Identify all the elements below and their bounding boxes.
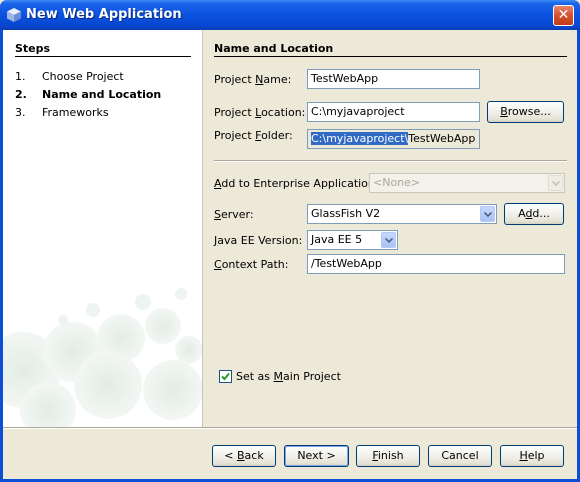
close-button[interactable]: ✕ <box>553 5 574 26</box>
step-frameworks: 3. Frameworks <box>15 106 109 119</box>
separator <box>214 160 567 162</box>
java-ee-version-label: Java EE Version: <box>214 234 303 247</box>
chevron-down-icon <box>480 206 495 222</box>
title-bar[interactable]: New Web Application ✕ <box>0 0 580 30</box>
java-ee-version-value: Java EE 5 <box>311 233 363 246</box>
next-button[interactable]: Next > <box>284 445 349 467</box>
cancel-button[interactable]: Cancel <box>428 445 492 467</box>
steps-panel: Steps 1. Choose Project 2. Name and Locati… <box>3 30 202 427</box>
name-and-location-panel: Name and Location Project Name: TestWebA… <box>202 30 577 427</box>
context-path-label: Context Path: <box>214 258 289 271</box>
section-divider <box>214 56 567 57</box>
finish-button[interactable]: Finish <box>356 445 420 467</box>
close-icon: ✕ <box>557 7 570 23</box>
checkmark-icon <box>221 372 230 381</box>
project-name-label: Project Name: <box>214 73 292 86</box>
step-number: 1. <box>15 70 26 83</box>
dialog-body: Steps 1. Choose Project 2. Name and Locati… <box>3 30 577 479</box>
server-select[interactable]: GlassFish V2 <box>307 204 497 224</box>
step-label: Frameworks <box>42 106 109 119</box>
folder-text: TestWebApp <box>408 132 476 145</box>
help-button[interactable]: Help <box>500 445 564 467</box>
decorative-bubbles <box>3 288 202 427</box>
dialog-window: New Web Application ✕ Steps 1. Choose Pro… <box>0 0 580 482</box>
project-location-label: Project Location: <box>214 106 306 119</box>
project-folder-label: Project Folder: <box>214 129 293 142</box>
enterprise-app-value: <None> <box>373 176 421 189</box>
step-number: 2. <box>15 88 27 101</box>
main-project-label[interactable]: Set as Main Project <box>236 370 341 383</box>
browse-button[interactable]: Browse... <box>487 101 564 123</box>
project-folder-field[interactable]: C:\myjavaproject\TestWebApp <box>307 129 480 149</box>
chevron-down-icon <box>381 232 396 248</box>
step-name-and-location: 2. Name and Location <box>15 88 161 101</box>
project-location-input[interactable]: C:\myjavaproject <box>307 102 480 122</box>
selected-text: C:\myjavaproject\ <box>311 132 409 145</box>
server-label: Server: <box>214 208 254 221</box>
step-choose-project: 1. Choose Project <box>15 70 124 83</box>
footer-divider <box>3 427 577 429</box>
main-project-checkbox[interactable] <box>219 370 232 383</box>
step-number: 3. <box>15 106 26 119</box>
chevron-down-icon <box>548 175 563 191</box>
server-value: GlassFish V2 <box>311 207 381 220</box>
netbeans-cube-icon <box>6 7 22 23</box>
back-button[interactable]: < Back <box>212 445 276 467</box>
steps-divider <box>15 56 191 57</box>
step-label: Name and Location <box>42 88 162 101</box>
java-ee-version-select[interactable]: Java EE 5 <box>307 230 398 250</box>
add-server-button[interactable]: Add... <box>504 203 564 225</box>
project-name-input[interactable]: TestWebApp <box>307 69 480 89</box>
context-path-input[interactable]: /TestWebApp <box>307 254 565 274</box>
window-title: New Web Application <box>26 7 182 22</box>
section-title: Name and Location <box>214 42 334 55</box>
enterprise-app-select[interactable]: <None> <box>369 173 565 193</box>
step-label: Choose Project <box>42 70 124 83</box>
enterprise-app-label: Add to Enterprise Application: <box>214 177 379 190</box>
steps-title: Steps <box>15 42 51 55</box>
